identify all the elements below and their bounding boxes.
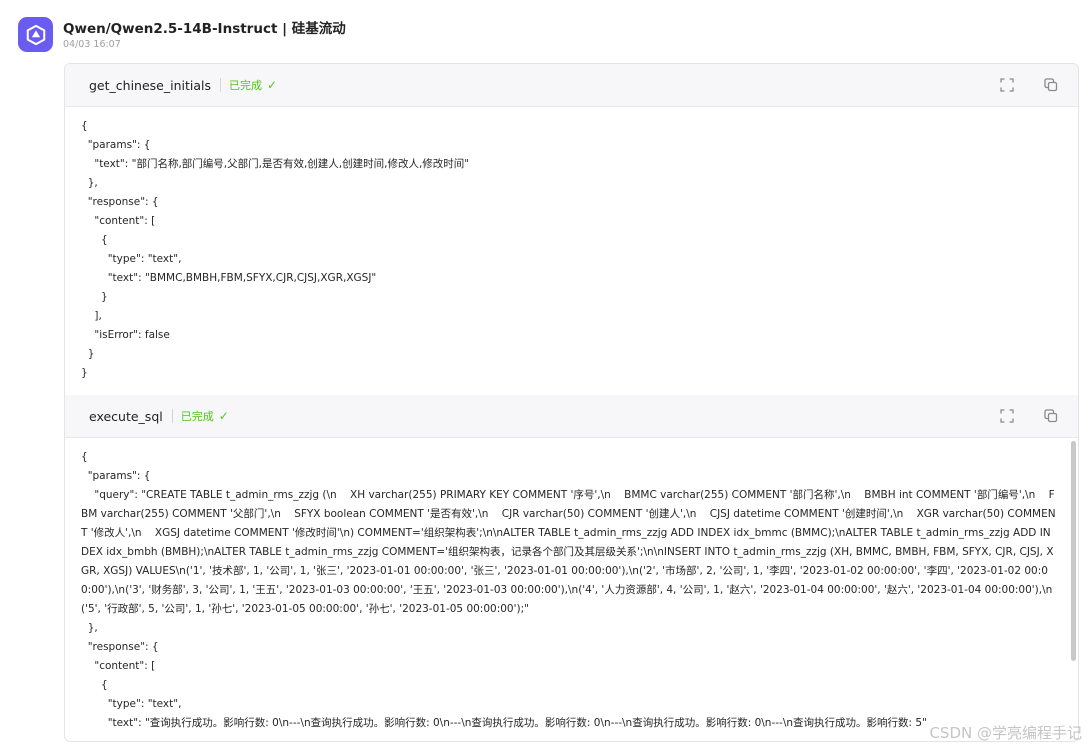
code-line: }	[81, 291, 108, 303]
code-line: "isError": false	[81, 329, 170, 341]
code-line: },	[81, 622, 98, 634]
expand-icon[interactable]	[998, 407, 1016, 425]
code-line: "response": {	[81, 641, 159, 653]
code-line: "params": {	[81, 139, 151, 151]
code-line: "response": {	[81, 196, 159, 208]
status-label: 已完成	[180, 410, 214, 423]
copy-icon[interactable]	[1042, 76, 1060, 94]
qwen-logo-icon	[18, 17, 53, 52]
code-line: ],	[81, 310, 102, 322]
scrollbar[interactable]	[1071, 441, 1076, 661]
code-line: "params": {	[81, 470, 151, 482]
code-line: "type": "text",	[81, 698, 182, 710]
code-line: {	[81, 451, 88, 463]
status-badge: 已完成 ✓	[229, 77, 277, 93]
tool-call-json: { "params": { "query": "CREATE TABLE t_a…	[65, 438, 1078, 740]
code-line: }	[81, 367, 88, 379]
tool-call-header[interactable]: execute_sql 已完成 ✓	[65, 395, 1078, 438]
copy-icon[interactable]	[1042, 407, 1060, 425]
divider	[220, 78, 221, 92]
code-line: },	[81, 177, 98, 189]
model-title: Qwen/Qwen2.5-14B-Instruct | 硅基流动	[63, 21, 346, 37]
code-line: }	[81, 348, 95, 360]
code-line: "text": "部门名称,部门编号,父部门,是否有效,创建人,创建时间,修改人…	[81, 158, 470, 170]
code-line: "query": "CREATE TABLE t_admin_rms_zzjg …	[81, 489, 1056, 615]
code-line: {	[81, 120, 88, 132]
code-line: "type": "text",	[81, 253, 182, 265]
qwen-logo-glyph	[26, 24, 45, 45]
divider	[171, 409, 173, 423]
code-line: "text": "查询执行成功。影响行数: 0\n---\n查询执行成功。影响行…	[81, 717, 927, 729]
code-line: {	[81, 679, 108, 691]
code-line: {	[81, 234, 108, 246]
tool-call-card-execute-sql: execute_sql 已完成 ✓ { "params": { "query":…	[64, 395, 1079, 742]
tool-name: get_chinese_initials	[89, 77, 211, 93]
code-line: "content": [	[81, 215, 156, 227]
message-timestamp: 04/03 16:07	[63, 39, 121, 50]
check-icon: ✓	[218, 409, 229, 423]
tool-call-card-get-chinese-initials: get_chinese_initials 已完成 ✓ { "params": {…	[64, 63, 1079, 397]
status-badge: 已完成 ✓	[181, 408, 229, 424]
tool-call-json: { "params": { "text": "部门名称,部门编号,父部门,是否有…	[65, 107, 1078, 383]
code-line: "content": [	[81, 660, 156, 672]
tool-name: execute_sql	[89, 408, 163, 424]
expand-icon[interactable]	[998, 76, 1016, 94]
status-label: 已完成	[229, 79, 262, 92]
code-line: "text": "BMMC,BMBH,FBM,SFYX,CJR,CJSJ,XGR…	[81, 272, 377, 284]
check-icon: ✓	[267, 78, 278, 92]
tool-call-header[interactable]: get_chinese_initials 已完成 ✓	[65, 64, 1078, 107]
watermark: CSDN @学亮编程手记	[929, 724, 1082, 742]
